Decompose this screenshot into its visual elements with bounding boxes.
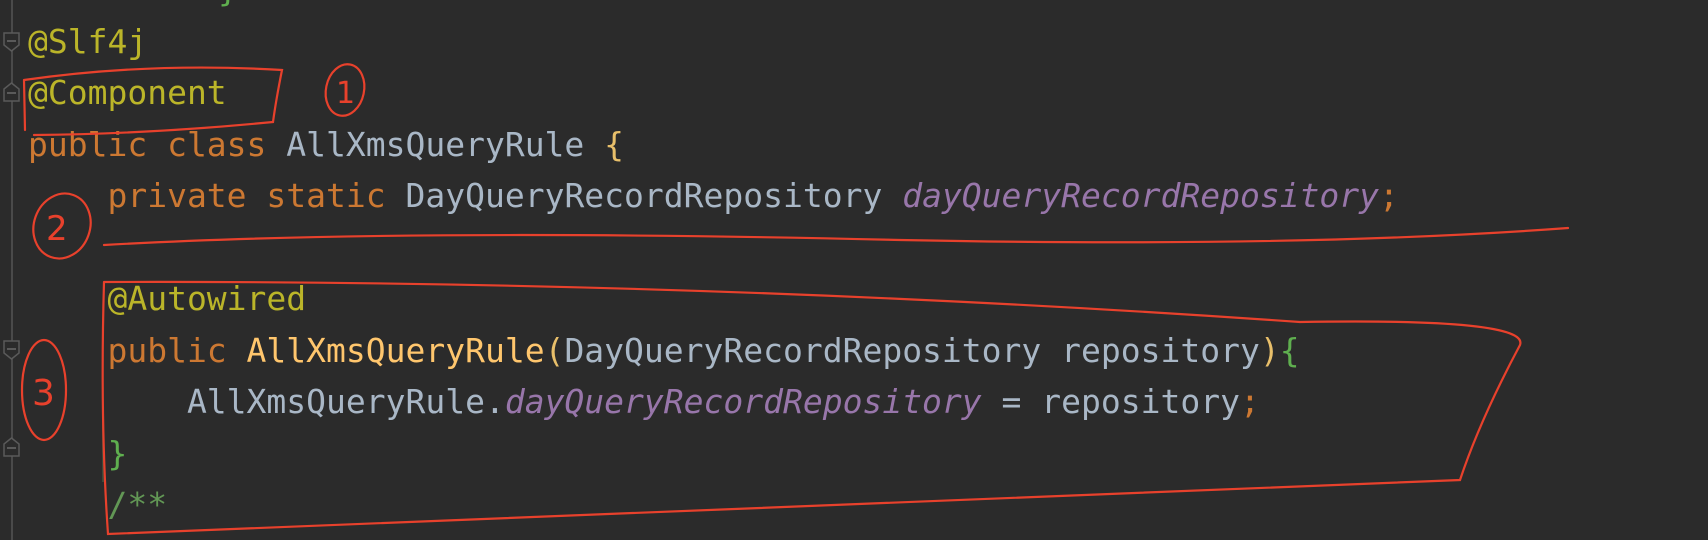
annotation-number-1: 1: [336, 76, 355, 111]
red-markup-overlay: 1 2 3: [20, 63, 1570, 536]
underline-2: [102, 226, 1570, 247]
box-3: [101, 280, 1522, 536]
annotation-number-3: 3: [32, 373, 55, 414]
box-1: [22, 66, 284, 137]
annotation-number-2: 2: [46, 209, 68, 249]
